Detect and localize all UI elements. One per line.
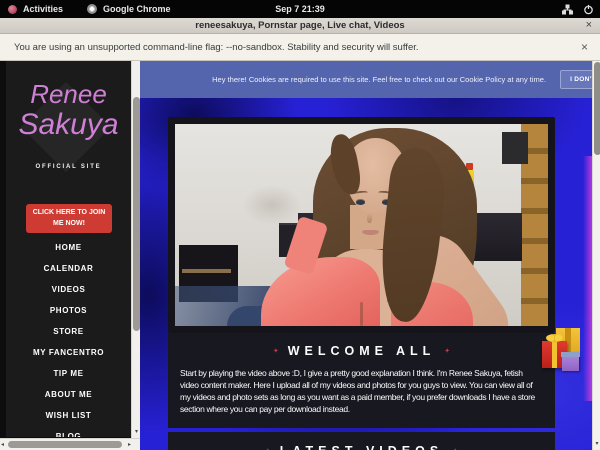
clock[interactable]: Sep 7 21:39 bbox=[0, 4, 600, 14]
sidebar-item-my-fancentro[interactable]: MY FANCENTRO bbox=[6, 342, 131, 363]
sidebar-item-wish-list[interactable]: WISH LIST bbox=[6, 405, 131, 426]
scroll-down-arrow-icon[interactable]: ▾ bbox=[593, 441, 600, 447]
cookie-message: Hey there! Cookies are required to use t… bbox=[212, 75, 546, 84]
sidebar-item-photos[interactable]: PHOTOS bbox=[6, 300, 131, 321]
power-icon[interactable] bbox=[583, 4, 594, 15]
gift-icon bbox=[562, 352, 579, 371]
sidebar-horizontal-scrollbar[interactable]: ◂ ▸ bbox=[0, 438, 140, 450]
desktop-screen: Activities Google Chrome Sep 7 21:39 ren… bbox=[0, 0, 600, 450]
sidebar-item-store[interactable]: STORE bbox=[6, 321, 131, 342]
latest-videos-title: LATEST VIDEOS bbox=[280, 444, 443, 450]
cookie-accept-button[interactable]: I DON'T MIND COOKIES bbox=[560, 70, 592, 89]
cookie-consent-bar: Hey there! Cookies are required to use t… bbox=[140, 61, 592, 98]
sidebar-horizontal-scrollbar-thumb[interactable] bbox=[8, 441, 122, 448]
welcome-panel: ✦ WELCOME ALL ✦ Start by playing the vid… bbox=[168, 333, 555, 428]
webcam-video-still[interactable] bbox=[175, 124, 548, 326]
sparkle-icon: ✦ bbox=[273, 347, 279, 355]
latest-videos-panel: ✦ LATEST VIDEOS ✦ bbox=[168, 432, 555, 450]
sidebar-item-blog[interactable]: BLOG bbox=[6, 426, 131, 437]
window-close-button[interactable]: × bbox=[586, 19, 592, 31]
site-logo[interactable]: Renee Sakuya bbox=[6, 81, 131, 143]
sidebar-item-videos[interactable]: VIDEOS bbox=[6, 279, 131, 300]
sidebar-vertical-scrollbar-thumb[interactable] bbox=[133, 97, 140, 331]
network-icon[interactable] bbox=[562, 4, 573, 15]
sidebar: Renee Sakuya OFFICIAL SITE CLICK HERE TO… bbox=[6, 61, 131, 437]
infobar-message: You are using an unsupported command-lin… bbox=[14, 42, 419, 53]
infobar-close-icon[interactable]: × bbox=[581, 40, 588, 54]
chrome-infobar: You are using an unsupported command-lin… bbox=[0, 34, 600, 61]
window-title-bar[interactable]: reneesakuya, Pornstar page, Live chat, V… bbox=[0, 18, 600, 34]
background-pink-glow bbox=[583, 156, 592, 401]
page-viewport: Renee Sakuya OFFICIAL SITE CLICK HERE TO… bbox=[0, 61, 600, 450]
welcome-title: WELCOME ALL bbox=[288, 344, 436, 358]
gnome-top-bar: Activities Google Chrome Sep 7 21:39 bbox=[0, 0, 600, 18]
join-now-button[interactable]: CLICK HERE TO JOIN ME NOW! bbox=[26, 204, 112, 233]
welcome-text: Start by playing the video above :D, I g… bbox=[180, 367, 543, 415]
browser-vertical-scrollbar[interactable]: ▾ bbox=[592, 61, 600, 450]
main-content-frame: ✦ WELCOME ALL ✦ Start by playing the vid… bbox=[140, 61, 592, 450]
official-site-label: OFFICIAL SITE bbox=[6, 164, 131, 170]
sidebar-item-about-me[interactable]: ABOUT ME bbox=[6, 384, 131, 405]
scroll-right-arrow-icon[interactable]: ▸ bbox=[128, 441, 131, 449]
browser-scrollbar-thumb[interactable] bbox=[594, 62, 600, 155]
sidebar-menu: HOME CALENDAR VIDEOS PHOTOS STORE MY FAN… bbox=[6, 237, 131, 437]
sidebar-item-calendar[interactable]: CALENDAR bbox=[6, 258, 131, 279]
scroll-left-arrow-icon[interactable]: ◂ bbox=[1, 441, 4, 449]
sparkle-icon: ✦ bbox=[444, 347, 450, 355]
sidebar-item-tip-me[interactable]: TIP ME bbox=[6, 363, 131, 384]
sidebar-vertical-scrollbar[interactable]: ▾ bbox=[131, 61, 140, 438]
sidebar-item-home[interactable]: HOME bbox=[6, 237, 131, 258]
video-player[interactable] bbox=[168, 117, 555, 333]
sidebar-frame: Renee Sakuya OFFICIAL SITE CLICK HERE TO… bbox=[0, 61, 140, 450]
shelf-box bbox=[502, 132, 528, 164]
window-title: reneesakuya, Pornstar page, Live chat, V… bbox=[195, 20, 404, 31]
